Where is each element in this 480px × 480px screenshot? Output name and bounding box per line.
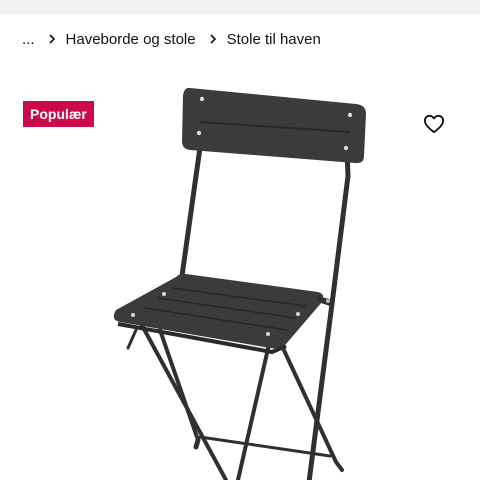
- chevron-right-icon: [48, 34, 56, 44]
- breadcrumb-item-haveborde-og-stole[interactable]: Haveborde og stole: [66, 31, 196, 48]
- chair-seat: [113, 273, 334, 355]
- product-image-chair[interactable]: [0, 60, 480, 480]
- top-bar: [0, 0, 480, 14]
- chair-backrest: [182, 87, 366, 164]
- breadcrumb-ellipsis[interactable]: ...: [22, 31, 35, 48]
- breadcrumb-item-stole-til-haven[interactable]: Stole til haven: [227, 31, 321, 48]
- breadcrumb: ... Haveborde og stole Stole til haven: [22, 29, 321, 49]
- chevron-right-icon: [209, 34, 217, 44]
